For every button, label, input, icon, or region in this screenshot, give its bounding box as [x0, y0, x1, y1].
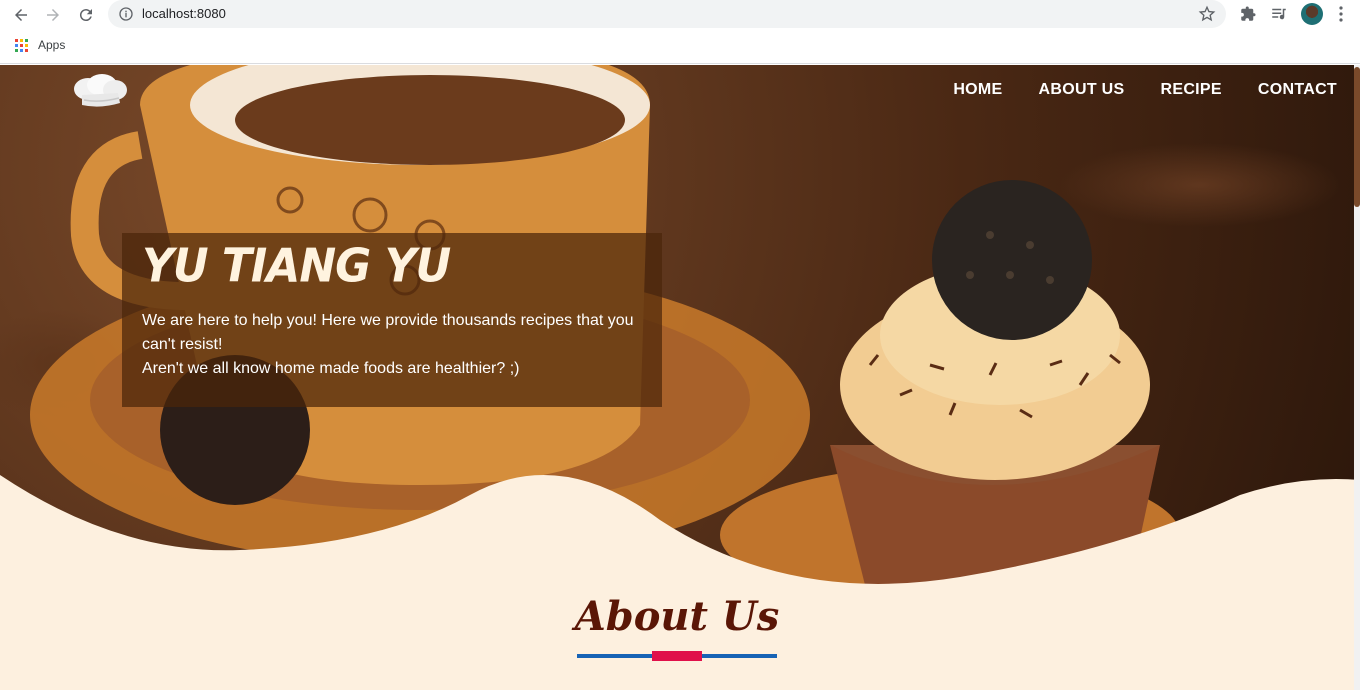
- address-bar[interactable]: localhost:8080: [108, 0, 1226, 28]
- intro-line-2: Aren't we all know home made foods are h…: [142, 360, 520, 377]
- arrow-right-icon: [47, 9, 59, 21]
- media-queue-icon[interactable]: [1270, 5, 1288, 23]
- url-text: localhost:8080: [142, 6, 226, 21]
- reload-button[interactable]: [75, 4, 97, 26]
- main-nav: HOME ABOUT US RECIPE CONTACT: [953, 81, 1337, 99]
- back-button[interactable]: [10, 4, 32, 26]
- scrollbar-thumb[interactable]: [1354, 67, 1360, 207]
- intro-line-1: We are here to help you! Here we provide…: [142, 312, 634, 353]
- bookmark-apps[interactable]: Apps: [38, 38, 65, 52]
- heading-underline-accent: [652, 651, 702, 661]
- arrow-left-icon: [15, 9, 27, 21]
- reload-icon: [79, 9, 92, 22]
- bookmark-star-icon[interactable]: [1198, 5, 1216, 23]
- apps-grid-icon[interactable]: [15, 39, 28, 52]
- nav-about-us[interactable]: ABOUT US: [1039, 81, 1125, 99]
- info-icon[interactable]: [118, 6, 134, 22]
- chef-hat-logo[interactable]: [70, 73, 128, 109]
- nav-contact[interactable]: CONTACT: [1258, 81, 1337, 99]
- web-page: HOME ABOUT US RECIPE CONTACT YU TIANG YU…: [0, 65, 1360, 690]
- intro-box: YU TIANG YU We are here to help you! Her…: [122, 233, 662, 407]
- nav-home[interactable]: HOME: [953, 81, 1002, 99]
- browser-toolbar: localhost:8080: [0, 0, 1360, 30]
- site-title: YU TIANG YU: [142, 239, 451, 294]
- forward-button[interactable]: [42, 4, 64, 26]
- more-menu-icon[interactable]: [1338, 6, 1344, 22]
- bookmarks-bar: Apps: [0, 30, 1360, 64]
- page-scrollbar[interactable]: [1354, 65, 1360, 690]
- nav-recipe[interactable]: RECIPE: [1161, 81, 1222, 99]
- about-heading: About Us: [574, 593, 780, 640]
- intro-text: We are here to help you! Here we provide…: [142, 309, 647, 381]
- profile-avatar[interactable]: [1301, 3, 1323, 25]
- extensions-puzzle-icon[interactable]: [1239, 5, 1257, 23]
